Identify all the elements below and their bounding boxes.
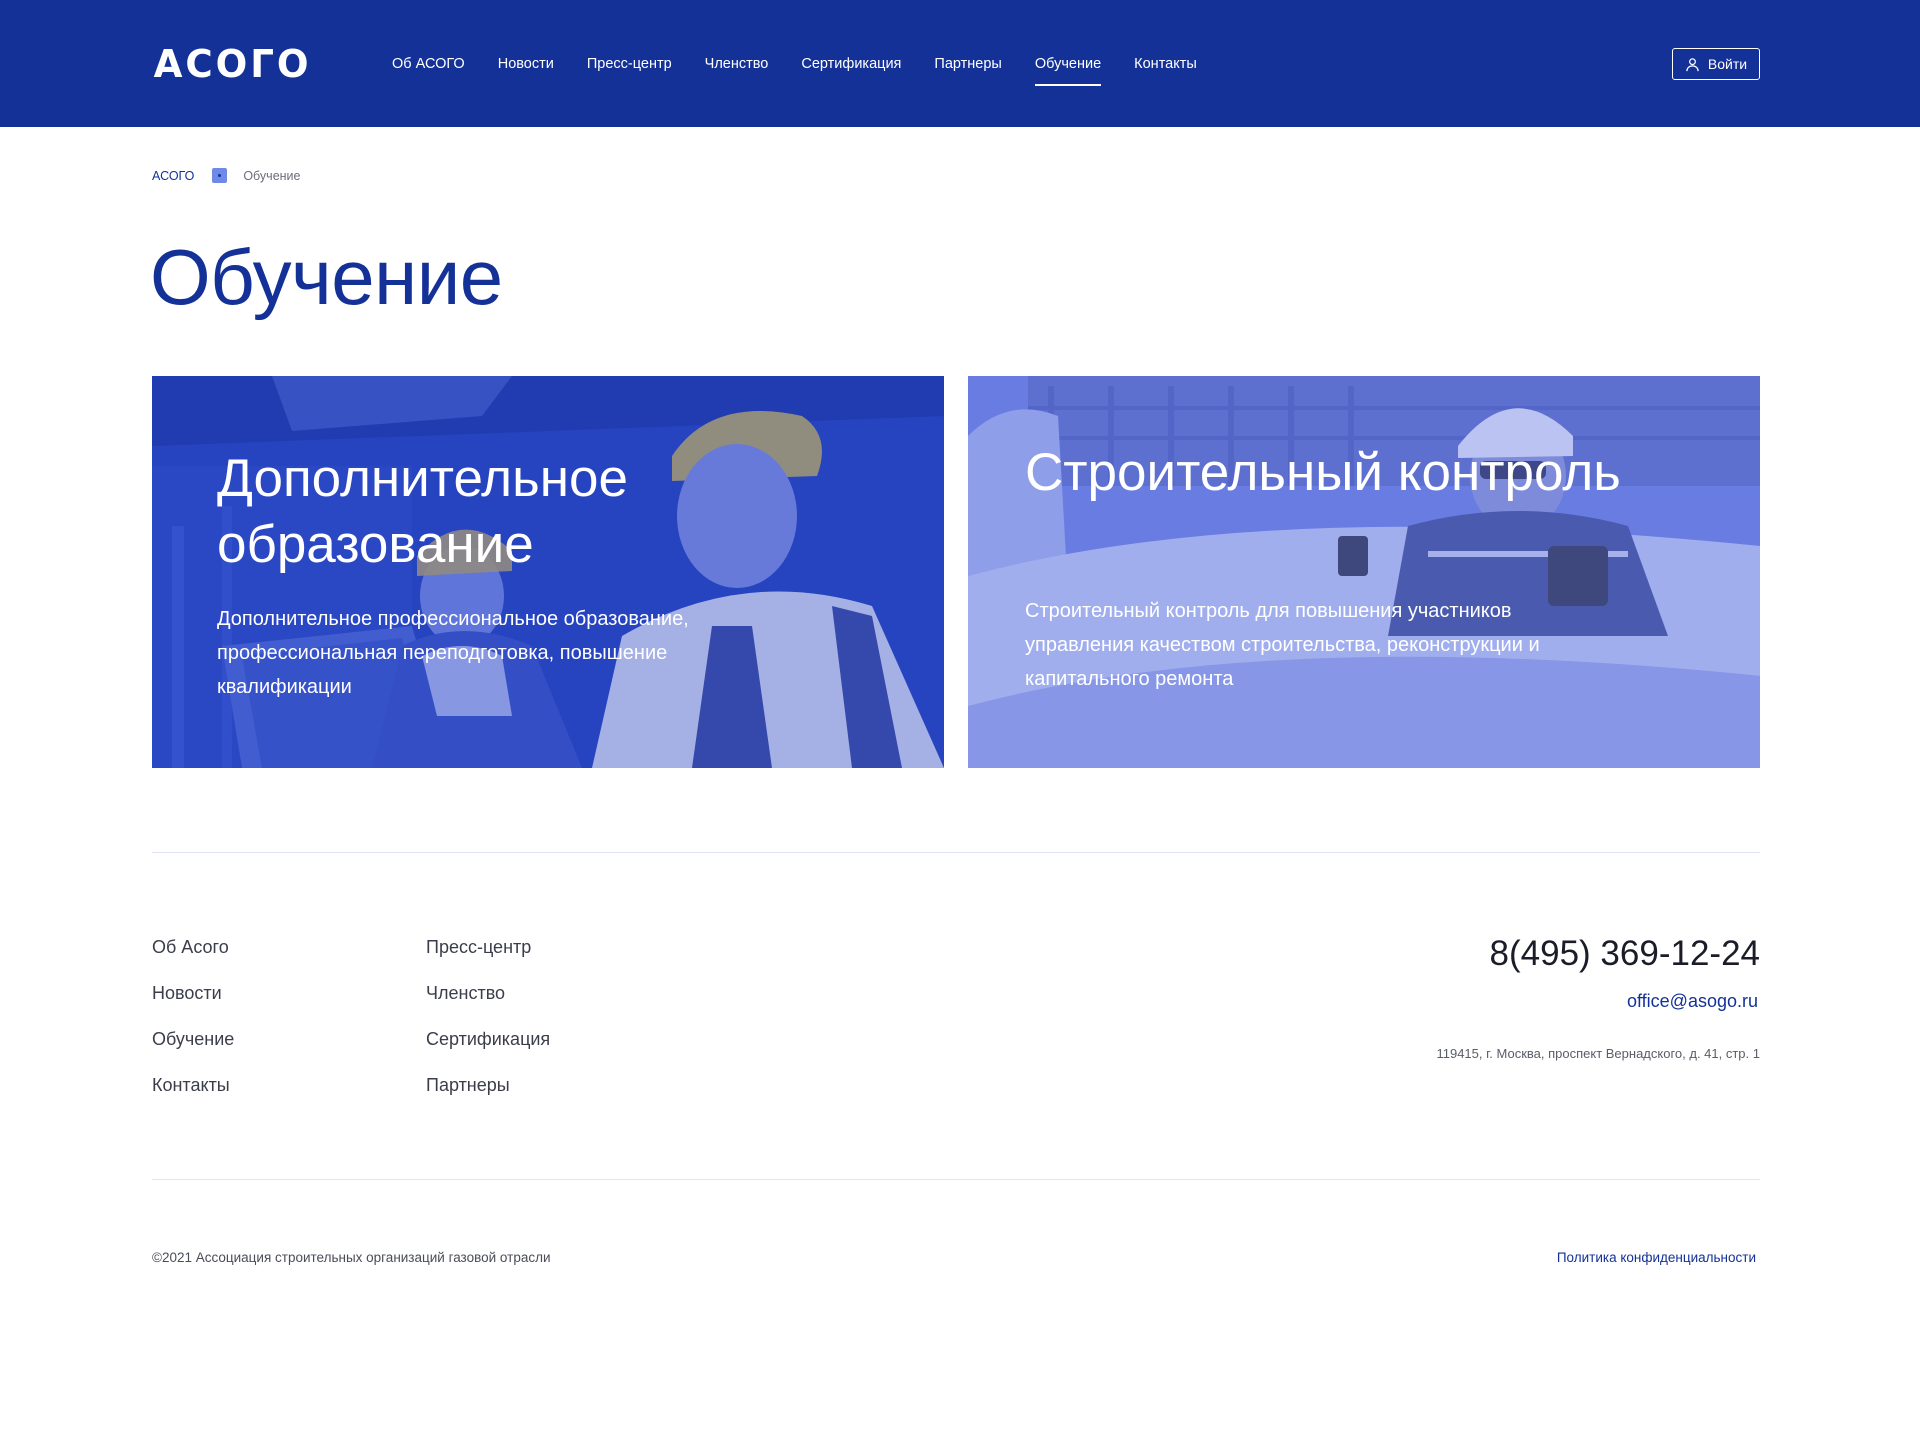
footer-link-contacts[interactable]: Контакты — [152, 1074, 234, 1096]
footer-nav-column-2: Пресс-центр Членство Сертификация Партне… — [426, 936, 550, 1120]
nav-item-news[interactable]: Новости — [498, 54, 554, 80]
site-header: АСОГО Об АСОГО Новости Пресс-центр Членс… — [0, 0, 1920, 127]
nav-item-membership[interactable]: Членство — [705, 54, 769, 80]
privacy-policy-link[interactable]: Политика конфиденциальности — [1557, 1249, 1756, 1267]
breadcrumb-home-link[interactable]: АСОГО — [152, 169, 194, 183]
copyright-text: ©2021 Ассоциация строительных организаци… — [152, 1250, 551, 1265]
footer-address: 119415, г. Москва, проспект Вернадского,… — [1436, 1046, 1760, 1061]
nav-item-contacts[interactable]: Контакты — [1134, 54, 1197, 80]
card-title: Дополнительное образование — [217, 449, 628, 574]
footer-link-education[interactable]: Обучение — [152, 1028, 234, 1050]
card-description: Дополнительное профессиональное образова… — [217, 608, 689, 698]
footer-nav-column-1: Об Асого Новости Обучение Контакты — [152, 936, 234, 1120]
login-label: Войти — [1707, 56, 1748, 72]
breadcrumb-current: Обучение — [243, 168, 301, 183]
nav-item-partners[interactable]: Партнеры — [934, 54, 1001, 80]
footer-link-partners[interactable]: Партнеры — [426, 1074, 550, 1096]
footer-link-press-center[interactable]: Пресс-центр — [426, 936, 550, 958]
nav-item-about[interactable]: Об АСОГО — [392, 54, 465, 80]
pipeline-worker-photo-image — [968, 376, 1760, 768]
card-description: Строительный контроль для повышения учас… — [1025, 600, 1540, 690]
footer-divider — [152, 852, 1760, 853]
page-title: Обучение — [150, 233, 503, 321]
footer-phone[interactable]: 8(495) 369-12-24 — [1490, 934, 1760, 974]
nav-item-press-center[interactable]: Пресс-центр — [587, 54, 672, 80]
site-logo[interactable]: АСОГО — [154, 44, 312, 84]
footer-link-news[interactable]: Новости — [152, 982, 234, 1004]
nav-item-education[interactable]: Обучение — [1034, 54, 1102, 86]
login-button[interactable]: Войти — [1672, 48, 1760, 80]
user-icon — [1686, 57, 1699, 71]
breadcrumb-separator-icon — [212, 168, 228, 183]
footer-link-membership[interactable]: Членство — [426, 982, 550, 1004]
footer-email[interactable]: office@asogo.ru — [1627, 990, 1758, 1012]
card-construction-control[interactable]: Строительный контроль Строительный контр… — [968, 376, 1760, 768]
nav-item-certification[interactable]: Сертификация — [801, 54, 901, 80]
card-additional-education[interactable]: Дополнительное образование Дополнительно… — [152, 376, 944, 768]
footer-link-certification[interactable]: Сертификация — [426, 1028, 550, 1050]
footer-bottom-divider — [152, 1179, 1760, 1180]
main-nav: Об АСОГО Новости Пресс-центр Членство Се… — [392, 54, 1230, 86]
breadcrumb: АСОГО Обучение — [152, 168, 301, 183]
footer-link-about[interactable]: Об Асого — [152, 936, 234, 958]
card-title: Строительный контроль — [1025, 443, 1621, 502]
